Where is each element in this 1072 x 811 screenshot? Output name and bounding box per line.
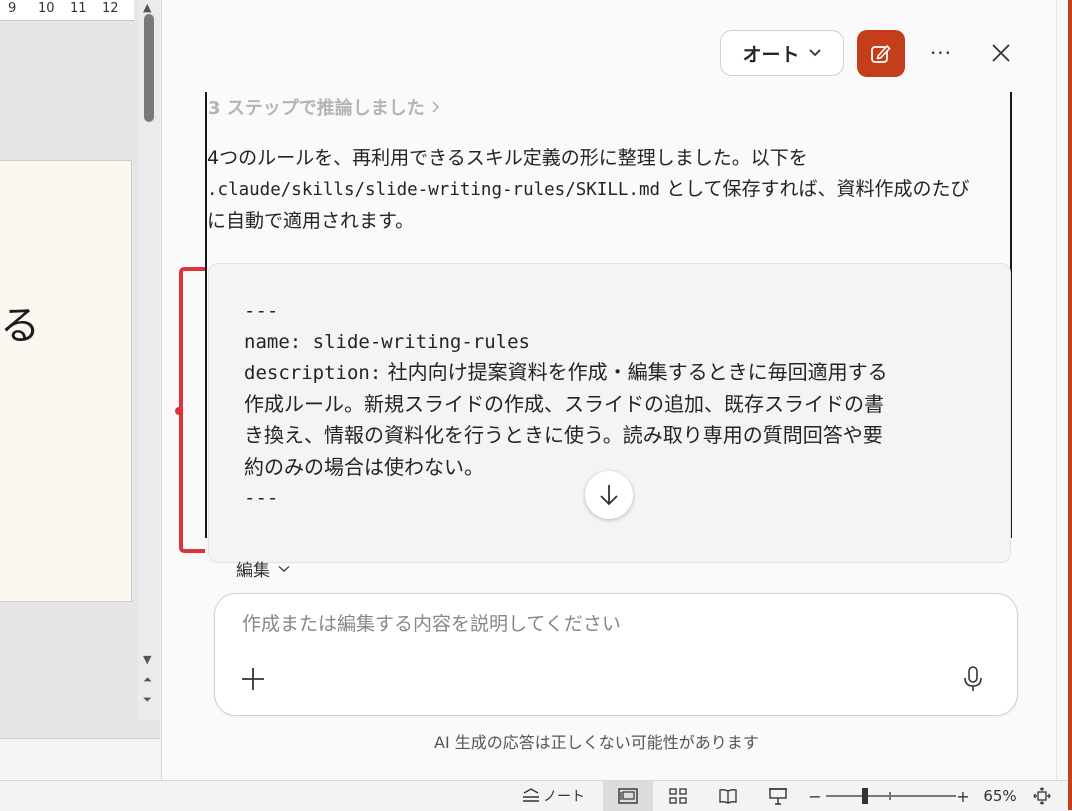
fit-to-window-button[interactable] bbox=[1028, 781, 1056, 811]
horizontal-ruler: 9 10 11 12 bbox=[0, 0, 134, 21]
grid-icon bbox=[669, 788, 687, 804]
zoom-out-button[interactable]: − bbox=[805, 781, 825, 811]
plus-icon bbox=[242, 668, 264, 690]
zoom-slider[interactable] bbox=[826, 781, 956, 811]
notes-pane[interactable] bbox=[0, 738, 160, 781]
zoom-track bbox=[826, 788, 956, 804]
reading-view-button[interactable] bbox=[706, 781, 750, 811]
arrow-down-icon bbox=[600, 485, 618, 506]
more-options-button[interactable]: ··· bbox=[925, 38, 957, 68]
code-line: 作成ルール。新規スライドの作成、スライドの追加、既存スライドの書 bbox=[244, 391, 884, 416]
slideshow-button[interactable] bbox=[756, 781, 800, 811]
scroll-to-bottom-button[interactable] bbox=[585, 471, 633, 519]
code-line: --- bbox=[244, 300, 279, 322]
normal-view-icon bbox=[618, 788, 638, 804]
ruler-tick: 12 bbox=[102, 1, 119, 16]
chevron-down-icon bbox=[808, 49, 821, 57]
normal-view-button[interactable] bbox=[603, 781, 653, 811]
notes-icon bbox=[523, 788, 539, 802]
close-icon bbox=[992, 44, 1010, 62]
presentation-icon bbox=[769, 788, 787, 805]
slide-sorter-button[interactable] bbox=[656, 781, 700, 811]
ruler-tick: 11 bbox=[70, 1, 87, 16]
microphone-icon bbox=[964, 666, 982, 691]
edit-dropdown[interactable]: 編集 bbox=[236, 556, 290, 581]
message-line: .claude/skills/slide-writing-rules/SKILL… bbox=[207, 174, 1007, 206]
next-slide-icon[interactable]: ⏷ bbox=[143, 694, 152, 705]
edit-label: 編集 bbox=[236, 561, 270, 581]
close-panel-button[interactable] bbox=[986, 38, 1016, 68]
reasoning-toggle[interactable]: 3 ステップで推論しました bbox=[208, 94, 441, 120]
code-line: 約のみの場合は使わない。 bbox=[244, 454, 484, 479]
ai-disclaimer: AI 生成の応答は正しくない可能性があります bbox=[434, 733, 759, 752]
zoom-level[interactable]: 65% bbox=[978, 781, 1022, 811]
more-icon: ··· bbox=[929, 41, 953, 65]
status-bar: ノート − + 65% bbox=[0, 780, 1072, 811]
window-border bbox=[1068, 0, 1072, 810]
code-line: き換え、情報の資料化を行うときに使う。読み取り専用の質問回答や要 bbox=[244, 423, 883, 447]
zoom-in-button[interactable]: + bbox=[953, 781, 973, 811]
scroll-down-icon[interactable]: ▼ bbox=[143, 654, 151, 665]
scroll-up-icon[interactable]: ▲ bbox=[143, 2, 151, 13]
mode-dropdown[interactable]: オート bbox=[720, 30, 844, 76]
code-line: description: bbox=[244, 362, 382, 384]
previous-slide-icon[interactable]: ⏶ bbox=[143, 674, 152, 685]
reasoning-label: 3 ステップで推論しました bbox=[208, 98, 425, 119]
slide-canvas[interactable] bbox=[0, 160, 132, 602]
mode-label: オート bbox=[742, 43, 800, 66]
prompt-input[interactable] bbox=[242, 609, 942, 639]
file-path: .claude/skills/slide-writing-rules/SKILL… bbox=[207, 180, 661, 200]
compose-icon bbox=[871, 44, 891, 63]
message-line: に自動で適用されます。 bbox=[207, 210, 415, 232]
message-line: 4つのルールを、再利用できるスキル定義の形に整理しました。以下を bbox=[207, 147, 808, 169]
add-attachment-button[interactable] bbox=[240, 666, 266, 692]
notes-label: ノート bbox=[543, 789, 585, 805]
microphone-button[interactable] bbox=[961, 664, 985, 694]
book-icon bbox=[719, 789, 737, 804]
chevron-down-icon bbox=[278, 565, 290, 572]
notes-toggle-button[interactable]: ノート bbox=[520, 781, 586, 811]
chevron-right-icon bbox=[432, 101, 439, 113]
code-line: 社内向け提案資料を作成・編集するときに毎回適用する bbox=[381, 360, 888, 384]
new-chat-button[interactable] bbox=[857, 30, 905, 77]
annotation-marker bbox=[175, 407, 183, 415]
code-content: --- name: slide-writing-rules descriptio… bbox=[244, 296, 888, 514]
code-line: --- bbox=[244, 487, 279, 509]
zoom-thumb[interactable] bbox=[862, 788, 868, 804]
message-text: として保存すれば、資料作成のたび bbox=[660, 178, 970, 200]
scrollbar-thumb[interactable] bbox=[144, 14, 154, 122]
zoom-midpoint-tick bbox=[889, 792, 891, 800]
code-line: name: slide-writing-rules bbox=[244, 330, 530, 353]
ruler-tick: 9 bbox=[8, 1, 17, 16]
assistant-message: 4つのルールを、再利用できるスキル定義の形に整理しました。以下を .claude… bbox=[207, 143, 1007, 237]
ruler-tick: 10 bbox=[38, 1, 55, 16]
slide-text[interactable]: る bbox=[0, 306, 40, 346]
fit-window-icon bbox=[1033, 787, 1051, 805]
